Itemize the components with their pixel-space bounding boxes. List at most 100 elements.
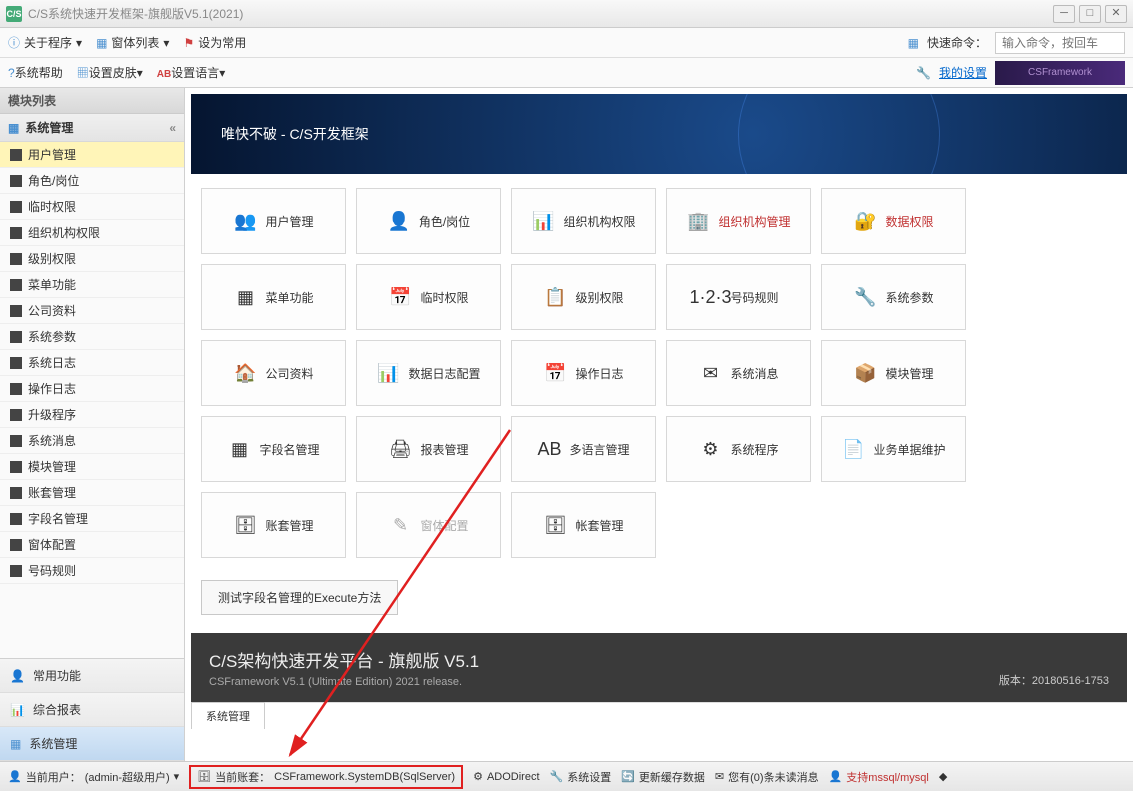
tile-7[interactable]: 📋级别权限 bbox=[511, 264, 656, 330]
collapse-icon: « bbox=[169, 121, 176, 135]
wrench-icon: 🔧 bbox=[916, 66, 931, 80]
tile-9[interactable]: 🔧系统参数 bbox=[821, 264, 966, 330]
flag-icon: ⚑ bbox=[183, 36, 194, 50]
tile-5[interactable]: ▦菜单功能 bbox=[201, 264, 346, 330]
status-settings[interactable]: 🔧系统设置 bbox=[550, 769, 612, 785]
sidebar-item-13[interactable]: 账套管理 bbox=[0, 480, 184, 506]
tab-system[interactable]: 系统管理 bbox=[191, 702, 265, 729]
chevron-down-icon: ▾ bbox=[163, 36, 169, 50]
sidebar-item-3[interactable]: 组织机构权限 bbox=[0, 220, 184, 246]
sidebar-item-8[interactable]: 系统日志 bbox=[0, 350, 184, 376]
sidebar-item-11[interactable]: 系统消息 bbox=[0, 428, 184, 454]
status-more[interactable]: ◆ bbox=[939, 770, 947, 783]
status-user[interactable]: 👤当前用户：(admin-超级用户)▾ bbox=[8, 769, 179, 785]
cube-icon bbox=[10, 305, 22, 317]
sidebar-item-4[interactable]: 级别权限 bbox=[0, 246, 184, 272]
maximize-button[interactable]: □ bbox=[1079, 5, 1101, 23]
minimize-button[interactable]: ─ bbox=[1053, 5, 1075, 23]
sidebar-category[interactable]: ▦ 系统管理 « bbox=[0, 114, 184, 142]
tile-4[interactable]: 🔐数据权限 bbox=[821, 188, 966, 254]
user-icon: 👤 bbox=[829, 770, 843, 783]
cube-icon bbox=[10, 253, 22, 265]
cube-icon bbox=[10, 201, 22, 213]
sidebar-item-7[interactable]: 系统参数 bbox=[0, 324, 184, 350]
user-icon: 👤 bbox=[8, 770, 22, 783]
tile-icon: 🗄 bbox=[233, 513, 257, 537]
wrench-icon: 🔧 bbox=[550, 770, 564, 783]
tile-11[interactable]: 📊数据日志配置 bbox=[356, 340, 501, 406]
status-database[interactable]: 🗄当前账套：CSFramework.SystemDB(SqlServer) bbox=[189, 765, 463, 789]
sidebar-item-2[interactable]: 临时权限 bbox=[0, 194, 184, 220]
tile-icon: 🏢 bbox=[686, 209, 710, 233]
status-ado[interactable]: ⚙ADODirect bbox=[473, 770, 539, 783]
footer-version: 版本：20180516-1753 bbox=[999, 672, 1109, 688]
palette-icon: ▦ bbox=[77, 66, 89, 80]
tile-grid: 👥用户管理👤角色/岗位📊组织机构权限🏢组织机构管理🔐数据权限 ▦菜单功能📅临时权限… bbox=[185, 174, 1133, 572]
status-messages[interactable]: ✉您有(0)条未读消息 bbox=[715, 769, 819, 785]
info-icon: ⓘ bbox=[8, 34, 20, 51]
tile-15[interactable]: ▦字段名管理 bbox=[201, 416, 346, 482]
tile-16[interactable]: 🖨报表管理 bbox=[356, 416, 501, 482]
tile-0[interactable]: 👥用户管理 bbox=[201, 188, 346, 254]
set-default-button[interactable]: ⚑设为常用 bbox=[183, 34, 246, 51]
toolbar-primary: ⓘ关于程序▾ ▦窗体列表▾ ⚑设为常用 ▦ 快速命令： bbox=[0, 28, 1133, 58]
quick-cmd-input[interactable] bbox=[995, 32, 1125, 54]
sidebar-item-1[interactable]: 角色/岗位 bbox=[0, 168, 184, 194]
sidebar-item-12[interactable]: 模块管理 bbox=[0, 454, 184, 480]
test-execute-button[interactable]: 测试字段名管理的Execute方法 bbox=[201, 580, 398, 615]
content-area: 唯快不破 - C/S开发框架 👥用户管理👤角色/岗位📊组织机构权限🏢组织机构管理… bbox=[185, 88, 1133, 761]
sidebar-item-14[interactable]: 字段名管理 bbox=[0, 506, 184, 532]
tile-10[interactable]: 🏠公司资料 bbox=[201, 340, 346, 406]
tile-icon: AB bbox=[537, 437, 561, 461]
sidebar-item-6[interactable]: 公司资料 bbox=[0, 298, 184, 324]
help-button[interactable]: ?系统帮助 bbox=[8, 64, 63, 81]
cube-icon bbox=[10, 435, 22, 447]
sidebar-item-10[interactable]: 升级程序 bbox=[0, 402, 184, 428]
tile-icon: 📅 bbox=[543, 361, 567, 385]
tile-14[interactable]: 📦模块管理 bbox=[821, 340, 966, 406]
sidebar-system-button[interactable]: ▦系统管理 bbox=[0, 727, 184, 761]
footer-title: C/S架构快速开发平台 - 旗舰版 V5.1 bbox=[209, 647, 479, 672]
tile-2[interactable]: 📊组织机构权限 bbox=[511, 188, 656, 254]
about-button[interactable]: ⓘ关于程序▾ bbox=[8, 34, 82, 51]
windows-list-button[interactable]: ▦窗体列表▾ bbox=[96, 34, 169, 51]
tile-icon: 🏠 bbox=[233, 361, 257, 385]
sidebar-common-button[interactable]: 👤常用功能 bbox=[0, 659, 184, 693]
tile-17[interactable]: AB多语言管理 bbox=[511, 416, 656, 482]
tile-18[interactable]: ⚙系统程序 bbox=[666, 416, 811, 482]
sidebar-item-16[interactable]: 号码规则 bbox=[0, 558, 184, 584]
tile-3[interactable]: 🏢组织机构管理 bbox=[666, 188, 811, 254]
sidebar-item-5[interactable]: 菜单功能 bbox=[0, 272, 184, 298]
sidebar-report-button[interactable]: 📊综合报表 bbox=[0, 693, 184, 727]
close-button[interactable]: ✕ bbox=[1105, 5, 1127, 23]
tile-8[interactable]: 1·2·3号码规则 bbox=[666, 264, 811, 330]
status-support: 👤支持mssql/mysql bbox=[829, 769, 929, 785]
cube-icon bbox=[10, 279, 22, 291]
tile-icon: 📊 bbox=[531, 209, 555, 233]
tile-icon: 📊 bbox=[376, 361, 400, 385]
sidebar-header: 模块列表 bbox=[0, 88, 184, 114]
tile-20[interactable]: 🗄账套管理 bbox=[201, 492, 346, 558]
language-button[interactable]: AB设置语言▾ bbox=[157, 64, 226, 81]
tile-22[interactable]: 🗄帐套管理 bbox=[511, 492, 656, 558]
sidebar-item-15[interactable]: 窗体配置 bbox=[0, 532, 184, 558]
tile-6[interactable]: 📅临时权限 bbox=[356, 264, 501, 330]
my-settings-link[interactable]: 我的设置 bbox=[939, 64, 987, 81]
tile-12[interactable]: 📅操作日志 bbox=[511, 340, 656, 406]
tile-21[interactable]: ✎窗体配置 bbox=[356, 492, 501, 558]
tile-icon: ✉ bbox=[698, 361, 722, 385]
sidebar-item-9[interactable]: 操作日志 bbox=[0, 376, 184, 402]
cube-icon bbox=[10, 149, 22, 161]
cube-icon bbox=[10, 175, 22, 187]
skin-button[interactable]: ▦设置皮肤▾ bbox=[77, 64, 143, 81]
tile-13[interactable]: ✉系统消息 bbox=[666, 340, 811, 406]
user-icon: 👤 bbox=[10, 669, 25, 683]
tile-1[interactable]: 👤角色/岗位 bbox=[356, 188, 501, 254]
cube-icon bbox=[10, 539, 22, 551]
cube-icon: ◆ bbox=[939, 770, 947, 783]
tile-icon: 📋 bbox=[543, 285, 567, 309]
sidebar-item-0[interactable]: 用户管理 bbox=[0, 142, 184, 168]
tile-19[interactable]: 📄业务单据维护 bbox=[821, 416, 966, 482]
cube-icon bbox=[10, 513, 22, 525]
status-refresh[interactable]: 🔄更新缓存数据 bbox=[621, 769, 705, 785]
